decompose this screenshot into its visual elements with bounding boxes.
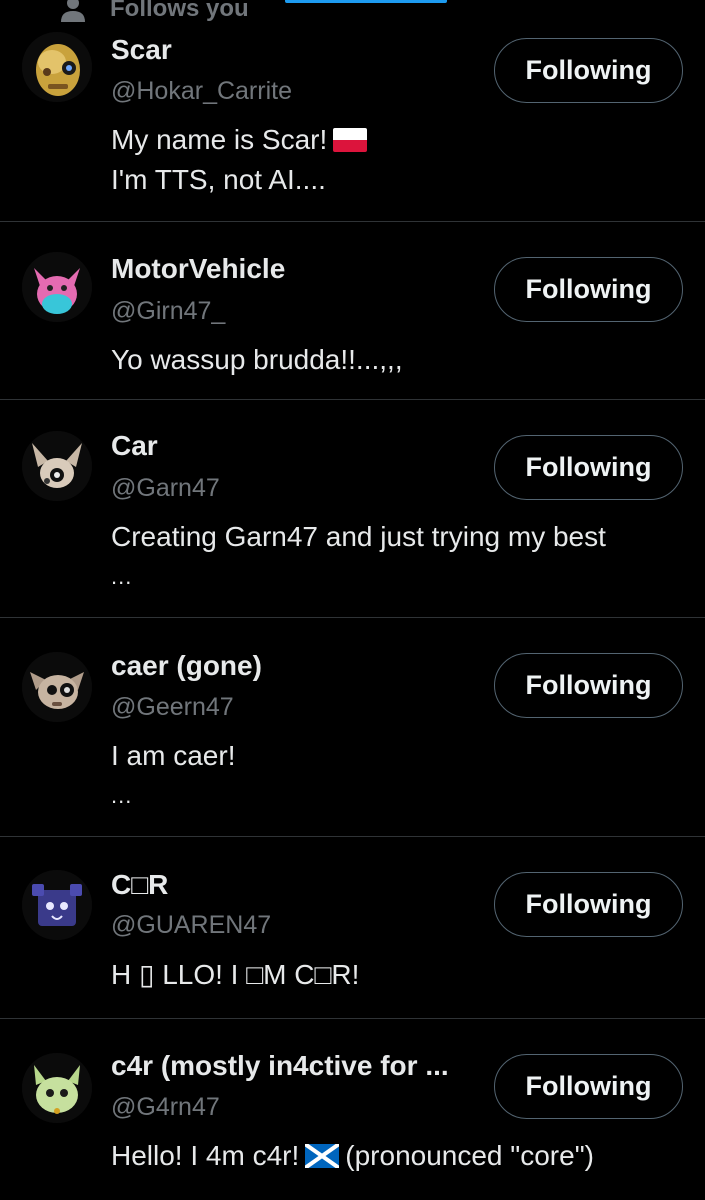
following-button[interactable]: Following xyxy=(494,653,683,718)
avatar[interactable] xyxy=(22,252,92,322)
user-handle: @Girn47_ xyxy=(111,297,226,325)
display-name[interactable]: MotorVehicle xyxy=(111,253,285,285)
bio-line: My name is Scar! xyxy=(111,124,328,155)
bio: I am caer! ... xyxy=(111,736,681,816)
bio: H ▯ LLO! I □M C□R! xyxy=(111,955,681,995)
account-row-c4r[interactable]: c4r (mostly in4ctive for ... @G4rn47 Hel… xyxy=(0,1019,705,1200)
user-handle: @GUAREN47 xyxy=(111,911,272,939)
display-name[interactable]: Car xyxy=(111,430,158,462)
scotland-flag-icon xyxy=(305,1144,340,1168)
bio-line: I'm TTS, not AI.... xyxy=(111,164,326,195)
bio-line: ... xyxy=(111,783,133,808)
cat-creature-avatar-icon xyxy=(22,652,92,722)
avatar[interactable] xyxy=(22,1053,92,1123)
following-button[interactable]: Following xyxy=(494,872,683,937)
avatar[interactable] xyxy=(22,431,92,501)
user-handle: @G4rn47 xyxy=(111,1093,220,1121)
bio-line: Hello! I 4m c4r! xyxy=(111,1140,300,1171)
following-button[interactable]: Following xyxy=(494,435,683,500)
bio: My name is Scar! I'm TTS, not AI.... xyxy=(111,120,681,200)
bio-line: ... xyxy=(111,564,133,589)
account-row-caer[interactable]: caer (gone) @Geern47 I am caer! ... Foll… xyxy=(0,618,705,837)
poland-flag-icon xyxy=(333,128,368,152)
bio: Yo wassup brudda!!...,,, xyxy=(111,340,681,380)
yellow-skull-avatar-icon xyxy=(22,32,92,102)
display-name[interactable]: c4r (mostly in4ctive for ... xyxy=(111,1050,449,1082)
account-row-cor[interactable]: C□R @GUAREN47 H ▯ LLO! I □M C□R! Followi… xyxy=(0,837,705,1019)
following-button[interactable]: Following xyxy=(494,1054,683,1119)
bio: Hello! I 4m c4r! (pronounced "core") xyxy=(111,1136,681,1176)
user-handle: @Hokar_Carrite xyxy=(111,77,292,105)
account-row-scar[interactable]: Scar @Hokar_Carrite My name is Scar! I'm… xyxy=(0,0,705,222)
green-creature-avatar-icon xyxy=(22,1053,92,1123)
bio-line: Creating Garn47 and just trying my best xyxy=(111,521,606,552)
avatar[interactable] xyxy=(22,652,92,722)
fox-creature-avatar-icon xyxy=(22,431,92,501)
following-button[interactable]: Following xyxy=(494,257,683,322)
display-name[interactable]: Scar xyxy=(111,34,172,66)
bio-line: Yo wassup brudda!!...,,, xyxy=(111,344,403,375)
blue-cube-creature-avatar-icon xyxy=(22,870,92,940)
bio-line: H ▯ LLO! I □M C□R! xyxy=(111,959,360,990)
bio-line-cont: (pronounced "core") xyxy=(345,1140,594,1171)
account-row-motorvehicle[interactable]: MotorVehicle @Girn47_ Yo wassup brudda!!… xyxy=(0,222,705,400)
display-name[interactable]: C□R xyxy=(111,869,168,901)
user-handle: @Garn47 xyxy=(111,474,220,502)
account-row-car[interactable]: Car @Garn47 Creating Garn47 and just try… xyxy=(0,400,705,618)
following-button[interactable]: Following xyxy=(494,38,683,103)
bio-line: I am caer! xyxy=(111,740,236,771)
avatar[interactable] xyxy=(22,32,92,102)
display-name[interactable]: caer (gone) xyxy=(111,650,262,682)
user-handle: @Geern47 xyxy=(111,693,234,721)
bio: Creating Garn47 and just trying my best … xyxy=(111,517,681,597)
avatar[interactable] xyxy=(22,870,92,940)
pink-creature-avatar-icon xyxy=(22,252,92,322)
